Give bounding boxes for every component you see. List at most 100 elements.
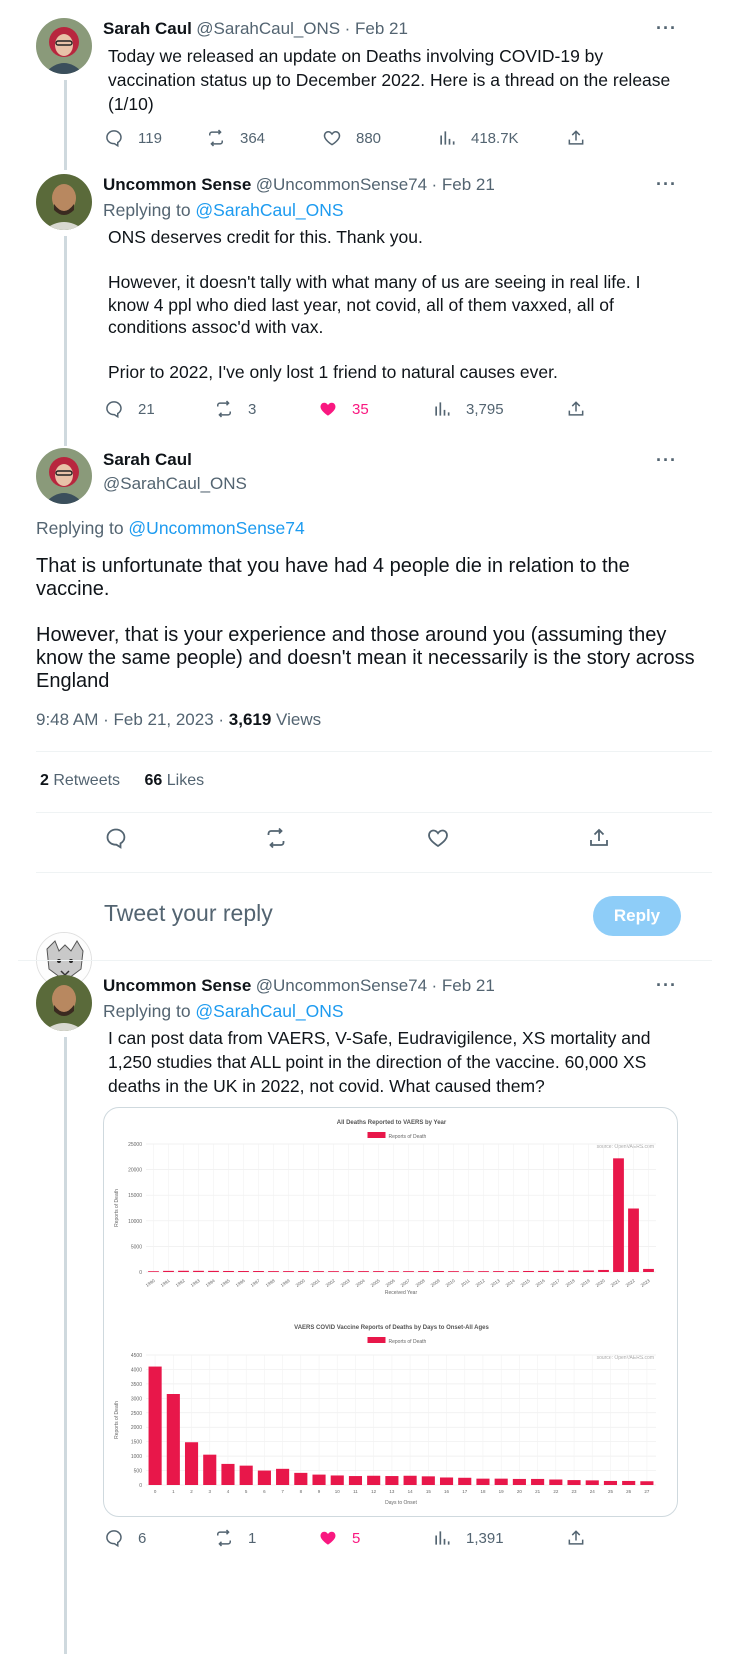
like-button[interactable]: 880	[322, 126, 381, 150]
x-axis-label: Received Year	[385, 1290, 418, 1296]
author-name[interactable]: Uncommon Sense	[103, 976, 251, 995]
more-options-icon[interactable]: ···	[656, 18, 677, 39]
avatar-sarah-caul[interactable]	[36, 448, 92, 504]
avatar-uncommon-sense[interactable]	[36, 174, 92, 230]
x-tick-label: 2014	[505, 1278, 516, 1288]
bar	[643, 1268, 654, 1272]
retweet-button[interactable]: 364	[206, 126, 265, 150]
bar	[640, 1481, 654, 1485]
y-tick-label: 4500	[131, 1353, 142, 1359]
reply-icon	[106, 401, 122, 419]
bar	[166, 1394, 180, 1485]
bar	[257, 1470, 271, 1485]
x-tick-label: 19	[499, 1489, 505, 1494]
x-tick-label: 26	[626, 1489, 632, 1494]
replying-to-link[interactable]: @SarahCaul_ONS	[195, 200, 343, 220]
bar	[583, 1270, 594, 1272]
tweet-timestamp[interactable]: 9:48 AM · Feb 21, 2023 ·	[36, 710, 229, 729]
retweet-count: 3	[248, 400, 257, 418]
bar	[603, 1480, 618, 1485]
reply-button[interactable]: 119	[104, 126, 162, 150]
share-button[interactable]	[566, 397, 586, 421]
avatar-uncommon-sense[interactable]	[36, 975, 92, 1031]
analytics-icon	[435, 1531, 450, 1545]
y-tick-label: 1000	[131, 1454, 142, 1460]
bar	[298, 1271, 309, 1272]
more-options-icon[interactable]: ···	[656, 450, 677, 471]
views-button[interactable]: 1,391	[432, 1526, 504, 1550]
divider	[18, 960, 712, 961]
bar	[348, 1476, 363, 1485]
share-button[interactable]	[587, 826, 611, 850]
like-button[interactable]	[426, 826, 450, 850]
x-tick-label: 27	[644, 1489, 650, 1494]
views-button[interactable]: 418.7K	[437, 126, 519, 150]
like-button[interactable]: 5	[318, 1526, 360, 1550]
author-handle[interactable]: @UncommonSense74	[256, 175, 427, 194]
chart-source: source: OpenVAERS.com	[597, 1355, 654, 1361]
view-count: 418.7K	[471, 129, 519, 147]
share-button[interactable]	[566, 126, 586, 150]
author-name[interactable]: Uncommon Sense	[103, 175, 251, 194]
views-button[interactable]: 3,795	[432, 397, 504, 421]
more-options-icon[interactable]: ···	[656, 174, 677, 195]
likes-label: Likes	[162, 772, 205, 789]
author-name[interactable]: Sarah Caul	[103, 19, 192, 38]
share-icon	[568, 130, 584, 145]
avatar-sarah-caul[interactable]	[36, 18, 92, 74]
share-icon	[568, 401, 584, 416]
x-tick-label: 7	[281, 1489, 284, 1494]
replying-to-link[interactable]: @SarahCaul_ONS	[195, 1001, 343, 1021]
reply-input[interactable]: Tweet your reply	[104, 900, 273, 927]
retweets-stat[interactable]: 2 Retweets	[40, 772, 120, 789]
view-count: 1,391	[466, 1529, 504, 1547]
reply-submit-button[interactable]: Reply	[593, 896, 681, 936]
replying-to-link[interactable]: @UncommonSense74	[128, 518, 304, 538]
x-tick-label: 2012	[475, 1278, 486, 1288]
x-tick-label: 23	[572, 1489, 578, 1494]
tweet-time[interactable]: · Feb 21	[345, 19, 408, 38]
x-tick-label: 2006	[385, 1278, 396, 1288]
bar	[276, 1468, 290, 1485]
bar	[223, 1270, 234, 1272]
tweet-time[interactable]: · Feb 21	[432, 175, 495, 194]
retweet-button[interactable]: 3	[214, 397, 256, 421]
bar	[330, 1475, 344, 1485]
x-tick-label: 2003	[340, 1278, 351, 1288]
share-icon	[568, 1530, 584, 1545]
x-tick-label: 5	[245, 1489, 248, 1494]
like-button[interactable]: 35	[318, 397, 369, 421]
author-handle[interactable]: @UncommonSense74	[256, 976, 427, 995]
author-name[interactable]: Sarah Caul	[103, 450, 192, 470]
x-tick-label: 2000	[295, 1278, 306, 1288]
reply-button[interactable]	[104, 826, 128, 850]
media-attachment[interactable]: All Deaths Reported to VAERS by Year Repo…	[103, 1107, 678, 1517]
author-handle[interactable]: @SarahCaul_ONS	[196, 19, 340, 38]
likes-stat[interactable]: 66 Likes	[145, 772, 205, 789]
x-tick-label: 2009	[430, 1278, 441, 1288]
share-button[interactable]	[566, 1526, 586, 1550]
bar	[433, 1271, 444, 1272]
bar	[568, 1270, 579, 1272]
x-tick-label: 1994	[205, 1278, 216, 1288]
main-tweet-text: That is unfortunate that you have had 4 …	[36, 555, 695, 692]
author-handle[interactable]: @SarahCaul_ONS	[103, 474, 247, 494]
reply-button[interactable]: 21	[104, 397, 155, 421]
bar	[294, 1472, 308, 1485]
bar	[373, 1271, 384, 1272]
bar	[493, 1271, 504, 1272]
reply-button[interactable]: 6	[104, 1526, 146, 1550]
thread-line	[64, 80, 67, 170]
x-tick-label: 2007	[400, 1278, 411, 1288]
more-options-icon[interactable]: ···	[656, 975, 677, 996]
tweet-time[interactable]: · Feb 21	[432, 976, 495, 995]
avatar-image	[36, 18, 92, 74]
bar	[403, 1271, 414, 1272]
retweet-button[interactable]: 1	[214, 1526, 256, 1550]
retweet-button[interactable]	[264, 826, 288, 850]
heart-filled-icon	[320, 402, 336, 416]
bar	[385, 1476, 399, 1485]
x-tick-label: 1	[172, 1489, 175, 1494]
avatar-image	[36, 448, 92, 504]
x-tick-label: 2015	[520, 1278, 531, 1288]
